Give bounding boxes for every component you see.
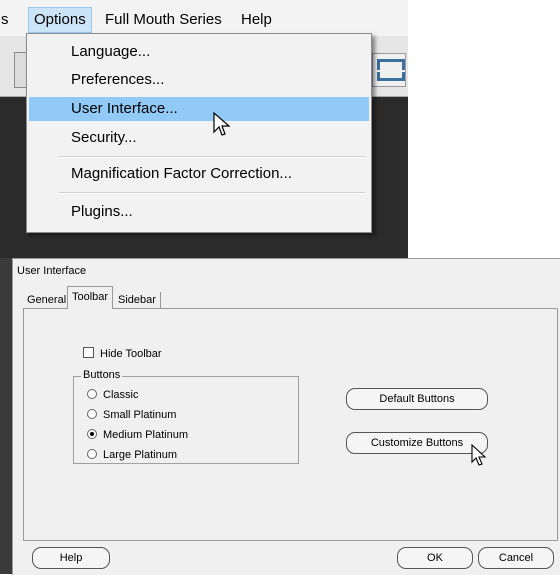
options-dropdown-menu: Language... Preferences... User Interfac… (26, 33, 372, 233)
tab-general[interactable]: General (23, 292, 70, 308)
buttons-group-label: Buttons (81, 369, 123, 381)
customize-buttons-button[interactable]: Customize Buttons (346, 432, 488, 454)
cancel-button[interactable]: Cancel (478, 547, 554, 569)
radio-classic[interactable]: Classic (87, 389, 138, 401)
radio-large-platinum-label: Large Platinum (103, 449, 177, 461)
layout-icon[interactable] (372, 53, 406, 87)
hide-toolbar-label: Hide Toolbar (100, 348, 162, 360)
tab-toolbar[interactable]: Toolbar (67, 286, 114, 309)
menu-item-security[interactable]: Security... (29, 126, 369, 150)
user-interface-dialog: User Interface General Toolbar Sidebar H… (12, 258, 560, 575)
radio-circle-selected[interactable] (87, 429, 97, 439)
menu-help[interactable]: Help (236, 8, 277, 32)
radio-medium-platinum-label: Medium Platinum (103, 429, 188, 441)
menu-item-plugins[interactable]: Plugins... (29, 200, 369, 224)
left-edge-panel (0, 258, 12, 574)
menu-separator (59, 192, 365, 194)
checkbox-box[interactable] (83, 347, 94, 358)
mouse-cursor-icon (213, 112, 231, 136)
menu-item-user-interface[interactable]: User Interface... (29, 97, 369, 121)
radio-classic-label: Classic (103, 389, 139, 401)
menu-full-mouth-series[interactable]: Full Mouth Series (100, 8, 227, 32)
menu-item-language[interactable]: Language... (29, 40, 369, 64)
radio-medium-platinum[interactable]: Medium Platinum (87, 429, 188, 441)
tab-sidebar[interactable]: Sidebar (114, 292, 161, 308)
hide-toolbar-checkbox[interactable]: Hide Toolbar (83, 347, 162, 360)
menu-partial-item[interactable]: s (0, 8, 14, 32)
default-buttons-button[interactable]: Default Buttons (346, 388, 488, 410)
radio-circle[interactable] (87, 389, 97, 399)
ok-button[interactable]: OK (397, 547, 473, 569)
menu-separator (59, 156, 365, 158)
menu-item-magnification-factor-correction[interactable]: Magnification Factor Correction... (29, 162, 369, 186)
radio-large-platinum[interactable]: Large Platinum (87, 449, 177, 461)
help-button[interactable]: Help (32, 547, 110, 569)
menu-bar: s Options Full Mouth Series Help (0, 0, 408, 36)
radio-circle[interactable] (87, 409, 97, 419)
radio-small-platinum-label: Small Platinum (103, 409, 177, 421)
dialog-title: User Interface (17, 265, 87, 277)
radio-small-platinum[interactable]: Small Platinum (87, 409, 176, 421)
mouse-cursor-icon (471, 444, 487, 466)
radio-circle[interactable] (87, 449, 97, 459)
menu-options[interactable]: Options (28, 7, 92, 33)
menu-item-preferences[interactable]: Preferences... (29, 68, 369, 92)
